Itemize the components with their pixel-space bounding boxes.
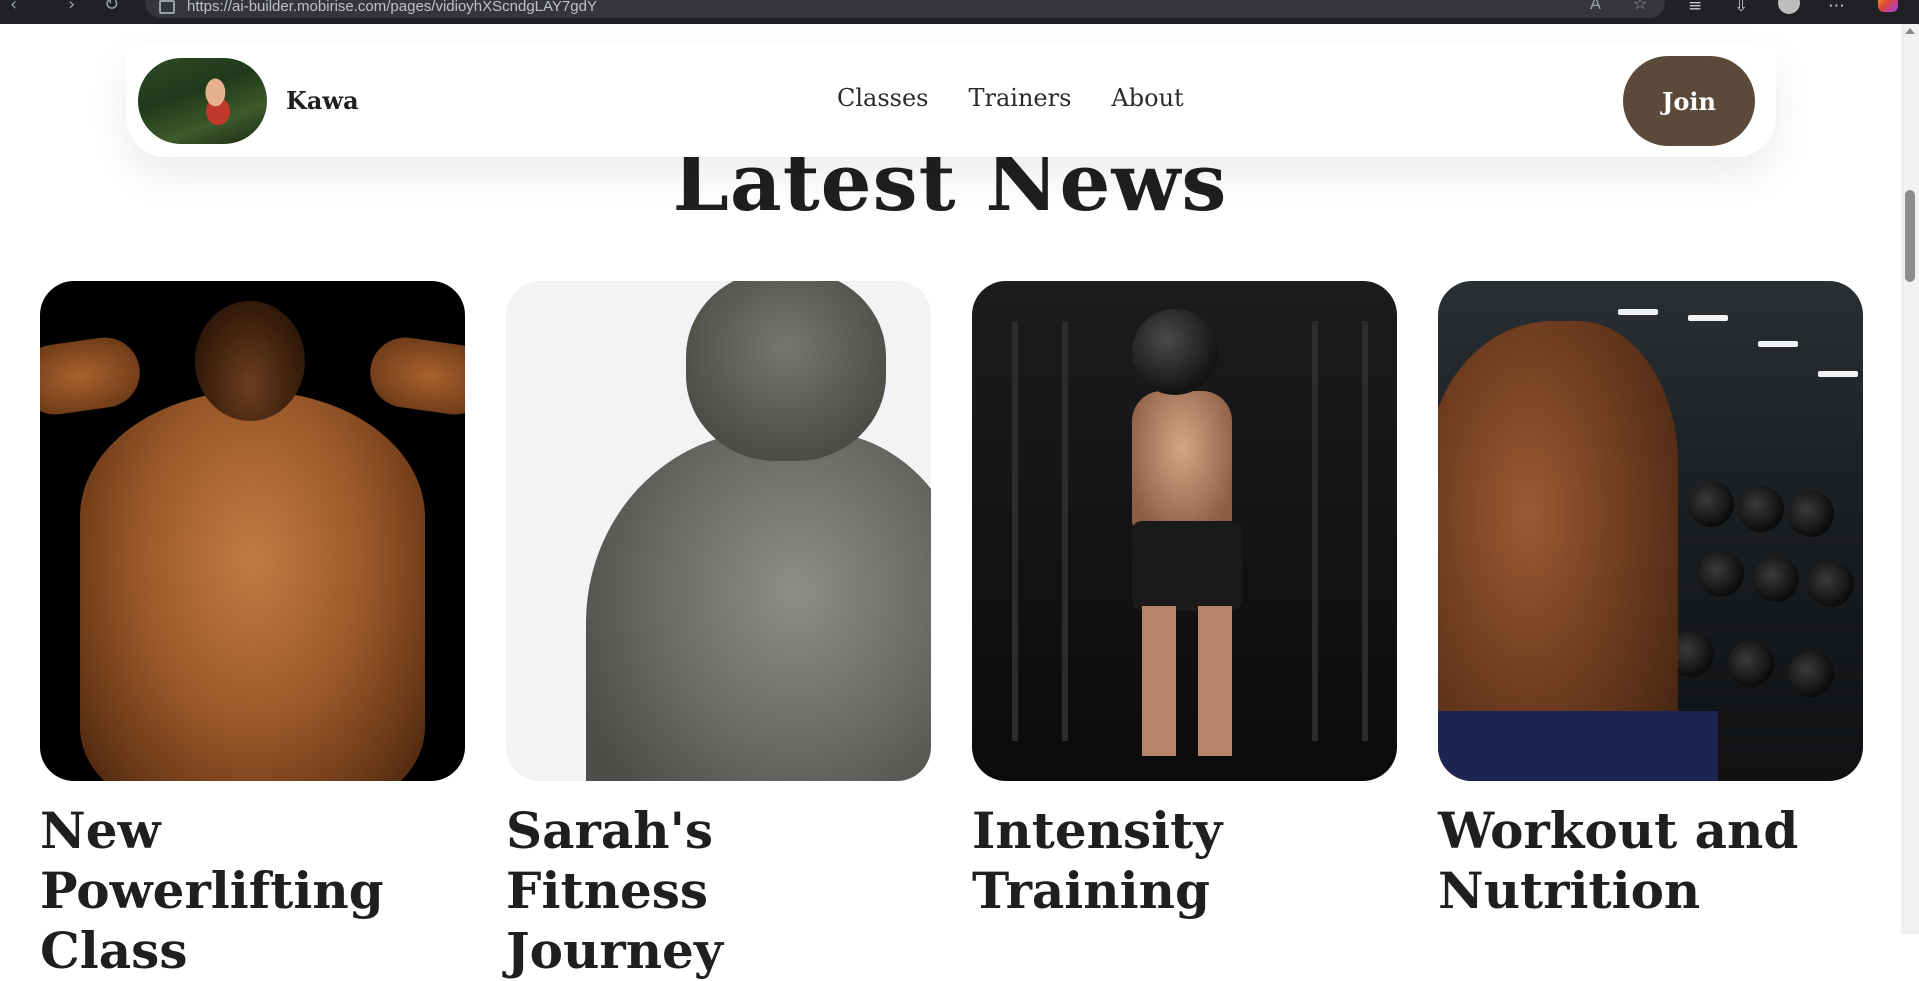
news-card[interactable]: New Powerlifting Class [40,281,465,981]
site-header: Kawa Classes Trainers About Join [126,44,1776,157]
browser-toolbar: ‹ › ↻ https://ai-builder.mobirise.com/pa… [0,0,1919,24]
brand-name[interactable]: Kawa [286,86,359,115]
site-info-icon[interactable] [159,0,175,14]
news-card-title[interactable]: Sarah's Fitness Journey [506,801,931,981]
news-card[interactable]: Sarah's Fitness Journey [506,281,931,981]
read-aloud-icon[interactable]: A [1590,0,1601,13]
news-card-image[interactable] [506,281,931,781]
news-card-title[interactable]: New Powerlifting Class [40,801,465,981]
join-button[interactable]: Join [1623,56,1755,146]
forward-icon[interactable]: › [68,0,75,15]
scroll-up-arrow-icon[interactable] [1905,28,1915,34]
extension-icon[interactable] [1878,0,1898,12]
news-card[interactable]: Workout and Nutrition [1438,281,1863,921]
nav-link-classes[interactable]: Classes [837,84,929,112]
download-icon[interactable]: ⇩ [1734,0,1748,16]
nav-link-trainers[interactable]: Trainers [969,84,1072,112]
reload-icon[interactable]: ↻ [104,0,119,15]
nav-link-about[interactable]: About [1111,84,1183,112]
back-icon[interactable]: ‹ [10,0,17,15]
profile-avatar-icon[interactable] [1778,0,1800,14]
news-card-title[interactable]: Workout and Nutrition [1438,801,1863,921]
news-card-image[interactable] [1438,281,1863,781]
reading-list-icon[interactable]: ≡ [1688,0,1702,16]
page-scrollbar[interactable] [1901,24,1919,934]
news-card[interactable]: Intensity Training [972,281,1397,921]
news-card-image[interactable] [972,281,1397,781]
url-text[interactable]: https://ai-builder.mobirise.com/pages/vi… [187,0,597,15]
scroll-thumb[interactable] [1905,190,1915,282]
news-card-title[interactable]: Intensity Training [972,801,1397,921]
brand-logo[interactable] [138,58,267,144]
bookmark-star-icon[interactable]: ☆ [1633,0,1647,13]
address-bar[interactable]: https://ai-builder.mobirise.com/pages/vi… [145,0,1665,18]
news-card-image[interactable] [40,281,465,781]
menu-icon[interactable]: ⋯ [1828,0,1845,16]
main-nav: Classes Trainers About [837,84,1184,112]
